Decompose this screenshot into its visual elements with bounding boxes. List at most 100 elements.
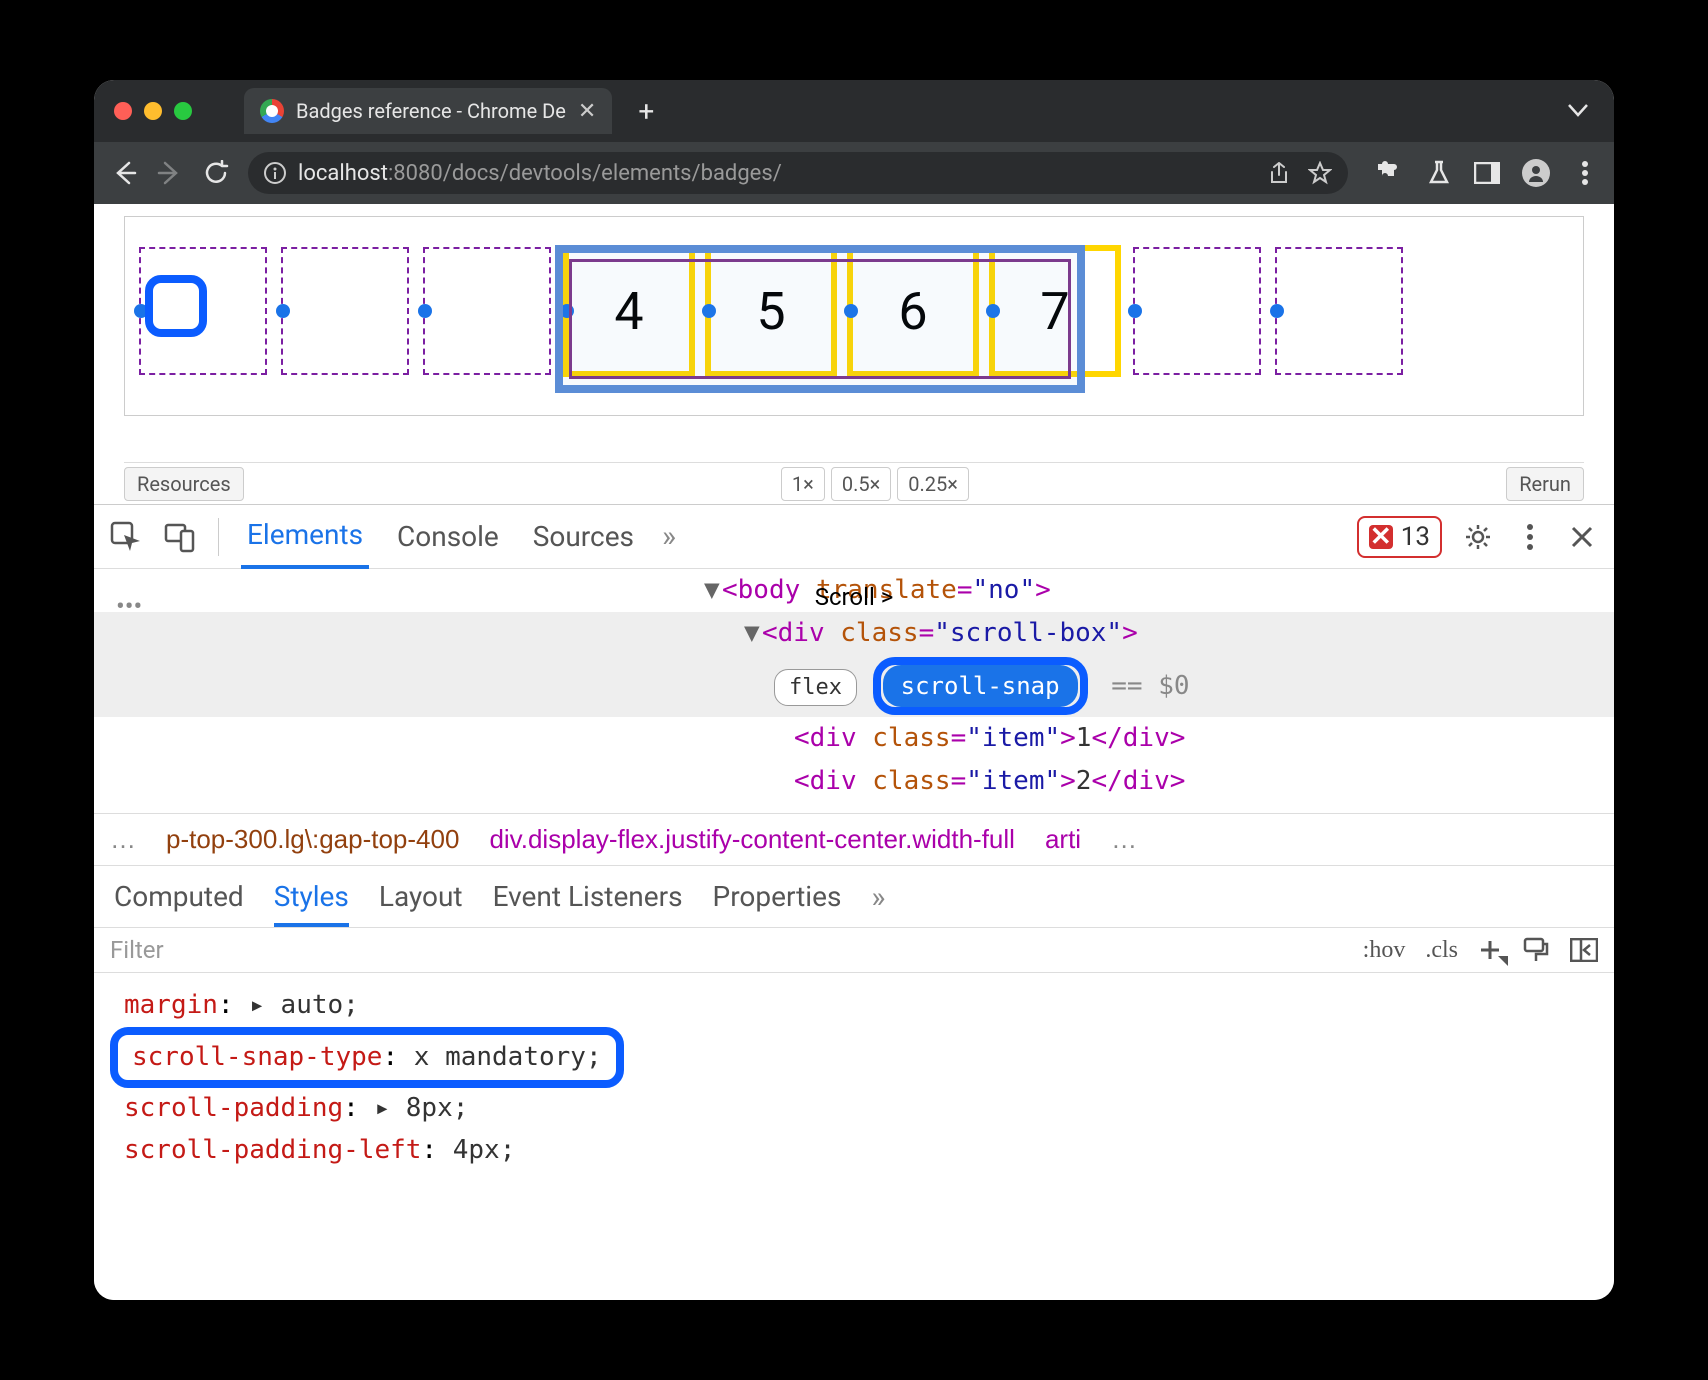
styles-filter-row: Filter :hov .cls [94, 927, 1614, 973]
tab-layout[interactable]: Layout [379, 880, 463, 927]
snap-dot-icon [1128, 304, 1142, 318]
demo-toolbar: Resources 1× 0.5× 0.25× Rerun [124, 462, 1584, 504]
dom-node-item-2[interactable]: <div class="item">2</div> [94, 760, 1614, 803]
toolbar-actions [1378, 159, 1598, 187]
annotation-circle-css: scroll-snap-type: x mandatory; [110, 1027, 624, 1089]
url-path: /docs/devtools/elements/badges/ [443, 161, 782, 186]
zoom-05x-button[interactable]: 0.5× [831, 467, 891, 501]
css-declaration[interactable]: scroll-padding-left: 4px; [124, 1130, 1584, 1172]
minimize-window-button[interactable] [144, 102, 162, 120]
browser-tab-bar: Badges reference - Chrome De ✕ + [94, 80, 1614, 142]
close-tab-icon[interactable]: ✕ [578, 99, 596, 124]
styles-filter-input[interactable]: Filter [110, 936, 1343, 964]
snap-dot-icon [702, 304, 716, 318]
toggle-sidebar-icon[interactable] [1570, 938, 1598, 962]
hov-toggle[interactable]: :hov [1363, 937, 1406, 964]
paint-icon[interactable] [1522, 936, 1550, 964]
labs-icon[interactable] [1426, 160, 1452, 186]
window-controls [114, 102, 192, 120]
zoom-1x-button[interactable]: 1× [781, 467, 825, 501]
scroll-snap-badge[interactable]: scroll-snap [883, 665, 1078, 707]
browser-toolbar: localhost:8080/docs/devtools/elements/ba… [94, 142, 1614, 204]
css-declaration-highlighted[interactable]: scroll-snap-type: x mandatory; [124, 1027, 1584, 1089]
tab-computed[interactable]: Computed [114, 880, 244, 927]
breadcrumb-item[interactable]: arti [1045, 824, 1081, 855]
forward-button[interactable] [156, 159, 184, 187]
snap-dot-icon [986, 304, 1000, 318]
tabs-dropdown-icon[interactable] [1568, 104, 1588, 118]
close-window-button[interactable] [114, 102, 132, 120]
chrome-icon [260, 99, 284, 123]
more-tabs-icon[interactable]: » [662, 519, 676, 554]
list-item [1275, 247, 1403, 375]
side-panel-icon[interactable] [1474, 160, 1500, 186]
list-item: 7 [991, 247, 1119, 375]
snap-dot-icon [276, 304, 290, 318]
url-port: :8080 [388, 161, 443, 186]
dom-node-item-1[interactable]: <div class="item">1</div> [94, 717, 1614, 760]
styles-tab-bar: Computed Styles Layout Event Listeners P… [94, 866, 1614, 927]
new-style-rule-icon[interactable] [1478, 938, 1502, 962]
error-icon: ✕ [1369, 525, 1393, 549]
tab-properties[interactable]: Properties [713, 880, 842, 927]
bookmark-icon[interactable] [1308, 161, 1332, 185]
demo-scroll-container[interactable]: 4 5 6 7 Scroll > [124, 216, 1584, 416]
error-count-button[interactable]: ✕ 13 [1357, 516, 1442, 558]
devtools-tab-bar: Elements Console Sources » ✕ 13 [94, 505, 1614, 569]
url-host: localhost [298, 161, 388, 186]
cls-toggle[interactable]: .cls [1425, 937, 1458, 964]
items-row: 4 5 6 7 [125, 217, 1583, 405]
tab-elements[interactable]: Elements [241, 504, 369, 569]
css-rules[interactable]: margin: ▸ auto; scroll-snap-type: x mand… [94, 973, 1614, 1183]
snap-dot-icon [560, 304, 574, 318]
new-tab-button[interactable]: + [638, 95, 654, 128]
breadcrumb-ellipsis[interactable]: … [1111, 824, 1137, 855]
page-viewport: 4 5 6 7 Scroll > Resources 1× 0.5× 0.25×… [94, 204, 1614, 504]
breadcrumb-ellipsis[interactable]: … [110, 824, 136, 855]
zoom-025x-button[interactable]: 0.25× [897, 467, 969, 501]
maximize-window-button[interactable] [174, 102, 192, 120]
breadcrumb-item[interactable]: div.display-flex.justify-content-center.… [489, 824, 1015, 855]
profile-icon[interactable] [1522, 159, 1550, 187]
tab-console[interactable]: Console [391, 506, 505, 567]
site-info-icon[interactable] [264, 162, 286, 184]
tab-styles[interactable]: Styles [274, 880, 349, 927]
more-styles-tabs-icon[interactable]: » [871, 880, 885, 927]
dom-row-actions-icon[interactable]: ••• [116, 592, 142, 622]
list-item [1133, 247, 1261, 375]
dom-node-scroll-box[interactable]: ▼<div class="scroll-box"> [94, 612, 1614, 655]
list-item: 6 [849, 247, 977, 375]
back-button[interactable] [110, 159, 138, 187]
list-item: 5 [707, 247, 835, 375]
tab-event-listeners[interactable]: Event Listeners [493, 880, 683, 927]
resources-button[interactable]: Resources [124, 467, 244, 501]
dom-badges-row[interactable]: flex scroll-snap == $0 [94, 655, 1614, 717]
extensions-icon[interactable] [1378, 160, 1404, 186]
annotation-circle-start [145, 275, 207, 337]
list-item [423, 247, 551, 375]
reload-button[interactable] [202, 159, 230, 187]
flex-badge[interactable]: flex [774, 669, 857, 706]
address-bar[interactable]: localhost:8080/docs/devtools/elements/ba… [248, 152, 1348, 194]
close-devtools-icon[interactable] [1566, 521, 1598, 553]
settings-icon[interactable] [1462, 521, 1494, 553]
chrome-menu-icon[interactable] [1572, 160, 1598, 186]
inspect-icon[interactable] [110, 521, 142, 553]
snap-dot-icon [844, 304, 858, 318]
browser-tab[interactable]: Badges reference - Chrome De ✕ [244, 88, 612, 134]
kebab-menu-icon[interactable] [1514, 521, 1546, 553]
tab-title: Badges reference - Chrome De [296, 99, 566, 123]
share-icon[interactable] [1268, 162, 1290, 184]
annotation-circle-badge: scroll-snap [873, 657, 1088, 715]
scroll-label[interactable]: Scroll > [125, 583, 1583, 611]
css-declaration[interactable]: scroll-padding: ▸ 8px; [124, 1088, 1584, 1130]
tab-sources[interactable]: Sources [527, 506, 640, 567]
css-declaration[interactable]: margin: ▸ auto; [124, 985, 1584, 1027]
rerun-button[interactable]: Rerun [1506, 467, 1584, 501]
snap-dot-icon [418, 304, 432, 318]
breadcrumb-item[interactable]: p-top-300.lg\:gap-top-400 [166, 824, 459, 855]
breadcrumb[interactable]: … p-top-300.lg\:gap-top-400 div.display-… [94, 813, 1614, 866]
device-toggle-icon[interactable] [164, 521, 196, 553]
snap-dot-icon [1270, 304, 1284, 318]
devtools-panel: Elements Console Sources » ✕ 13 • [94, 504, 1614, 1300]
